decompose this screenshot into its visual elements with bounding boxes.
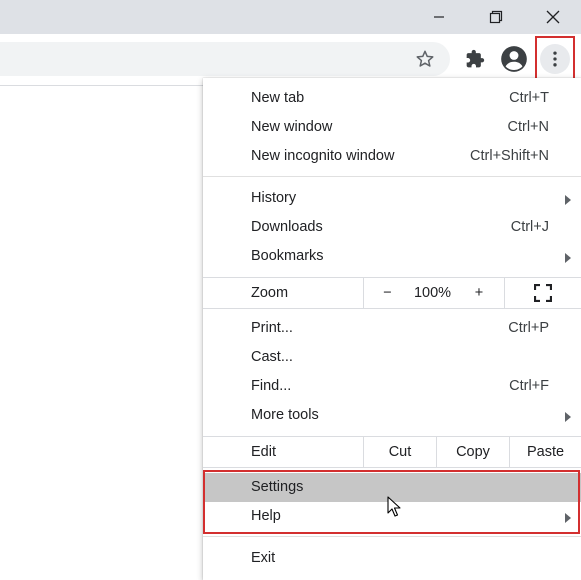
- menu-divider: [203, 176, 581, 177]
- zoom-in-icon: +: [474, 285, 484, 301]
- menu-item-shortcut: Ctrl+F: [509, 378, 549, 394]
- fullscreen-icon: [534, 284, 552, 302]
- cut-button[interactable]: Cut: [363, 437, 436, 467]
- paste-button[interactable]: Paste: [509, 437, 581, 467]
- menu-item-shortcut: Ctrl+N: [507, 119, 550, 135]
- menu-item-history[interactable]: History: [203, 184, 581, 213]
- menu-item-more-tools[interactable]: More tools: [203, 401, 581, 430]
- menu-item-bookmarks[interactable]: Bookmarks: [203, 242, 581, 271]
- menu-item-print[interactable]: Print... Ctrl+P: [203, 314, 581, 343]
- extensions-button[interactable]: [460, 44, 490, 74]
- address-bar[interactable]: [0, 42, 450, 76]
- puzzle-icon: [466, 49, 485, 68]
- account-circle-icon: [501, 46, 527, 72]
- minimize-button[interactable]: [410, 0, 468, 34]
- menu-item-label: History: [251, 190, 297, 206]
- profile-button[interactable]: [499, 44, 529, 74]
- menu-item-label: More tools: [251, 407, 319, 423]
- mouse-pointer-icon: [387, 496, 401, 517]
- menu-item-label: New window: [251, 119, 333, 135]
- copy-label: Copy: [456, 444, 490, 460]
- submenu-arrow-icon: [565, 253, 571, 263]
- menu-item-shortcut: Ctrl+P: [508, 320, 549, 336]
- submenu-arrow-icon: [565, 412, 571, 422]
- menu-item-label: Cast...: [251, 349, 293, 365]
- bookmark-star-button[interactable]: [410, 44, 440, 74]
- menu-item-label: Bookmarks: [251, 248, 324, 264]
- zoom-row: Zoom − 100% +: [203, 277, 581, 309]
- menu-item-find[interactable]: Find... Ctrl+F: [203, 372, 581, 401]
- copy-button[interactable]: Copy: [436, 437, 509, 467]
- star-icon: [416, 50, 434, 67]
- close-icon: [546, 10, 560, 24]
- zoom-label: Zoom: [251, 285, 289, 301]
- zoom-percent: 100%: [413, 285, 452, 301]
- minimize-icon: [434, 16, 444, 18]
- menu-item-new-window[interactable]: New window Ctrl+N: [203, 113, 581, 142]
- menu-item-label: New incognito window: [251, 148, 395, 164]
- menu-item-label: Exit: [251, 550, 276, 566]
- fullscreen-button[interactable]: [504, 278, 581, 308]
- menu-item-new-incognito-window[interactable]: New incognito window Ctrl+Shift+N: [203, 142, 581, 171]
- zoom-level-value: 100%: [411, 278, 454, 308]
- edit-label: Edit: [251, 444, 276, 460]
- menu-item-exit[interactable]: Exit: [203, 544, 581, 573]
- cut-label: Cut: [388, 444, 412, 460]
- zoom-out-button[interactable]: −: [363, 278, 411, 308]
- menu-item-new-tab[interactable]: New tab Ctrl+T: [203, 84, 581, 113]
- menu-button-highlight-box: [535, 36, 575, 83]
- menu-item-shortcut: Ctrl+T: [509, 90, 549, 106]
- zoom-in-button[interactable]: +: [454, 278, 504, 308]
- edit-row: Edit Cut Copy Paste: [203, 436, 581, 468]
- submenu-arrow-icon: [565, 195, 571, 205]
- menu-item-label: New tab: [251, 90, 305, 106]
- menu-divider: [203, 536, 581, 537]
- title-bar: [0, 0, 581, 34]
- restore-button[interactable]: [467, 0, 525, 34]
- menu-item-shortcut: Ctrl+J: [510, 219, 549, 235]
- menu-item-label: Find...: [251, 378, 292, 394]
- menu-item-label: Downloads: [251, 219, 323, 235]
- menu-item-shortcut: Ctrl+Shift+N: [470, 148, 549, 164]
- menu-item-downloads[interactable]: Downloads Ctrl+J: [203, 213, 581, 242]
- menu-item-label: Print...: [251, 320, 293, 336]
- menu-item-cast[interactable]: Cast...: [203, 343, 581, 372]
- paste-label: Paste: [526, 444, 565, 460]
- restore-icon: [489, 10, 503, 24]
- close-window-button[interactable]: [524, 0, 581, 34]
- zoom-out-icon: −: [383, 285, 392, 301]
